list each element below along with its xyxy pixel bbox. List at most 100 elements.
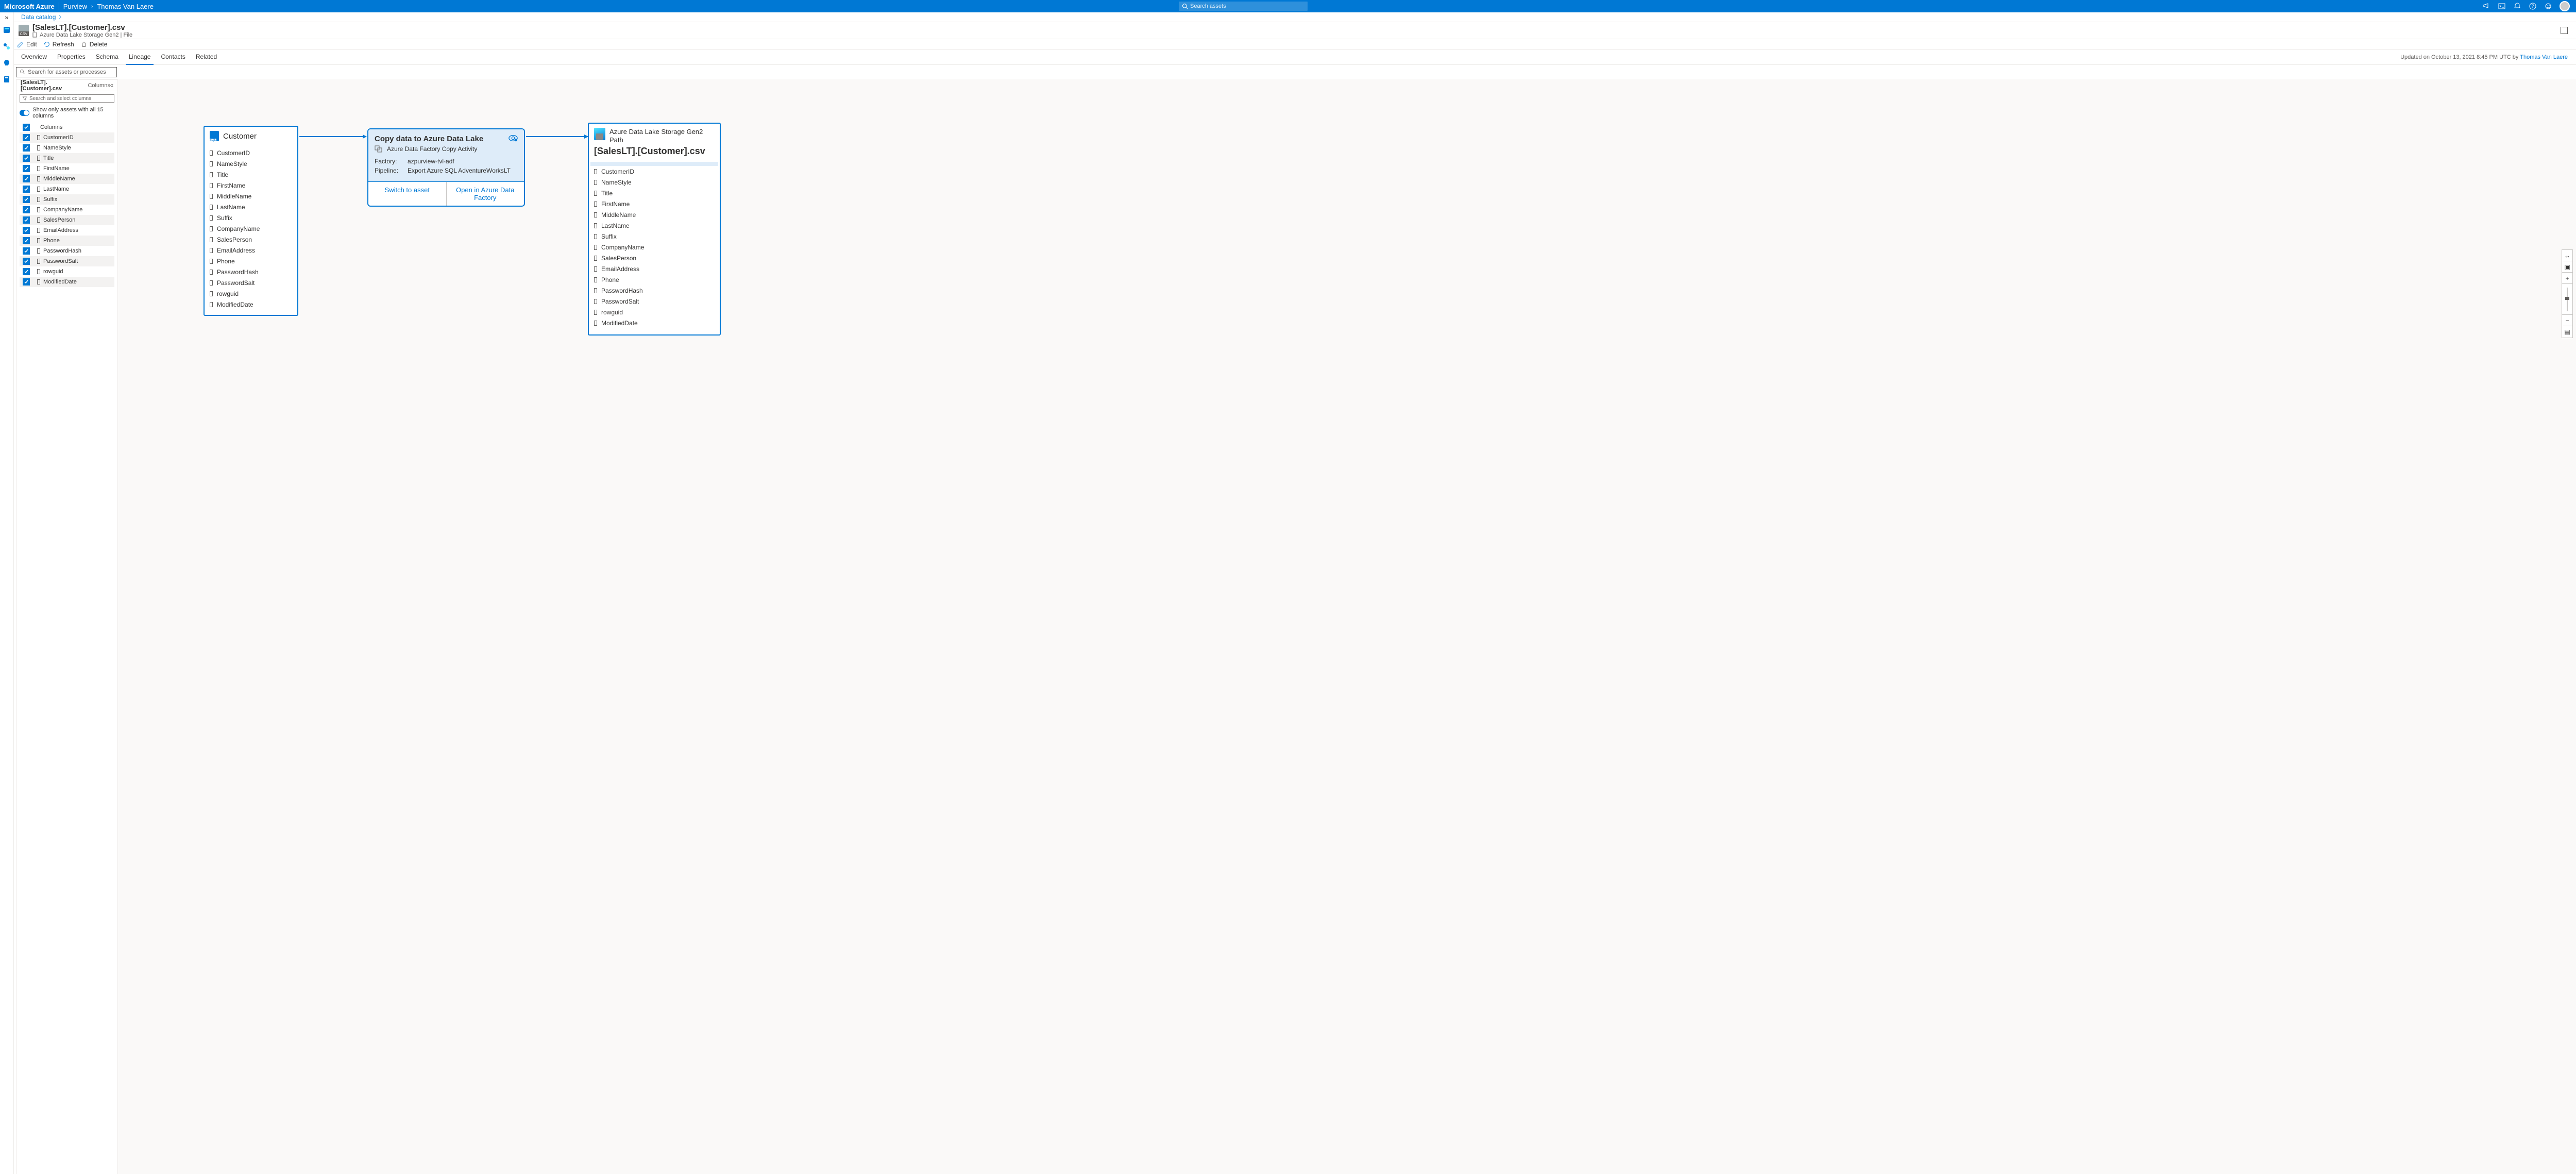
refresh-button[interactable]: Refresh [43,41,74,48]
edit-button[interactable]: Edit [17,41,37,48]
column-item[interactable]: FirstName [210,180,292,191]
tab-related[interactable]: Related [192,50,221,64]
column-item[interactable]: LastName [594,220,715,231]
zoom-slider[interactable] [2562,284,2572,315]
column-row[interactable]: NameStyle [20,143,114,153]
checkbox[interactable] [23,196,30,203]
collapse-icon[interactable]: « [110,82,113,89]
checkbox[interactable] [23,155,30,162]
lineage-source-node[interactable]: Customer CustomerIDNameStyleTitleFirstNa… [204,126,298,316]
column-item[interactable]: rowguid [594,307,715,317]
columns-group-checkbox[interactable] [23,124,30,131]
column-item[interactable]: LastName [210,202,292,212]
column-item[interactable]: SalesPerson [210,234,292,245]
column-row[interactable]: MiddleName [20,174,114,184]
column-item[interactable]: CustomerID [594,166,715,177]
lineage-activity-node[interactable]: Copy data to Azure Data Lake Azure Data … [367,128,525,207]
checkbox[interactable] [23,206,30,213]
rail-data-map-icon[interactable] [2,41,12,52]
tab-properties[interactable]: Properties [53,50,90,64]
tab-overview[interactable]: Overview [17,50,51,64]
announcement-icon[interactable] [2482,2,2490,10]
rail-insights-icon[interactable] [2,58,12,68]
fit-width-icon[interactable]: ↔ [2562,250,2572,261]
column-item[interactable]: ModifiedDate [210,299,292,310]
checkbox[interactable] [23,268,30,275]
zoom-out-button[interactable]: − [2562,315,2572,326]
column-item[interactable]: MiddleName [594,209,715,220]
column-item[interactable]: CompanyName [594,242,715,253]
column-row[interactable]: CompanyName [20,205,114,215]
column-item[interactable]: Suffix [210,212,292,223]
checkbox[interactable] [23,258,30,265]
column-item[interactable]: ModifiedDate [594,317,715,328]
tab-contacts[interactable]: Contacts [157,50,189,64]
column-item[interactable]: CustomerID [210,147,292,158]
column-row[interactable]: PasswordSalt [20,256,114,266]
column-item[interactable]: NameStyle [210,158,292,169]
column-item[interactable]: rowguid [210,288,292,299]
checkbox[interactable] [23,216,30,224]
layers-icon[interactable]: ▤ [2562,326,2572,338]
column-item[interactable]: PasswordHash [594,285,715,296]
checkbox[interactable] [23,237,30,244]
feedback-icon[interactable] [2544,2,2552,10]
column-row[interactable]: SalesPerson [20,215,114,225]
column-item[interactable]: PasswordSalt [594,296,715,307]
brand[interactable]: Microsoft Azure [4,3,55,10]
column-row[interactable]: ModifiedDate [20,277,114,287]
column-row[interactable]: LastName [20,184,114,194]
breadcrumb-link[interactable]: Data catalog [21,13,56,21]
column-row[interactable]: Title [20,153,114,163]
open-in-adf-button[interactable]: Open in Azure Data Factory [447,182,524,206]
column-item[interactable]: PasswordHash [210,266,292,277]
tab-lineage[interactable]: Lineage [125,50,155,64]
column-row[interactable]: PasswordHash [20,246,114,256]
show-only-toggle[interactable] [20,110,29,116]
column-item[interactable]: NameStyle [594,177,715,188]
rail-data-catalog-icon[interactable] [2,25,12,35]
console-icon[interactable] [2498,2,2506,10]
delete-button[interactable]: Delete [80,41,108,48]
column-item[interactable]: Suffix [594,231,715,242]
column-item[interactable]: MiddleName [210,191,292,202]
lineage-search[interactable]: Search for assets or processes [16,67,117,77]
global-search[interactable]: Search assets [1179,2,1308,11]
rail-expand-icon[interactable]: » [0,12,13,22]
column-item[interactable]: FirstName [594,198,715,209]
column-item[interactable]: Phone [210,256,292,266]
column-item[interactable]: Phone [594,274,715,285]
column-item[interactable]: CompanyName [210,223,292,234]
fit-screen-icon[interactable]: ▣ [2562,261,2572,273]
lineage-dest-node[interactable]: Azure Data Lake Storage Gen2 Path [Sales… [588,123,721,336]
checkbox[interactable] [23,165,30,172]
zoom-in-button[interactable]: + [2562,273,2572,284]
bell-icon[interactable] [2513,2,2521,10]
column-item[interactable]: EmailAddress [210,245,292,256]
column-filter-input[interactable]: Search and select columns [20,94,114,103]
column-row[interactable]: CustomerID [20,132,114,143]
help-icon[interactable]: ? [2529,2,2537,10]
checkbox[interactable] [23,278,30,286]
column-row[interactable]: EmailAddress [20,225,114,236]
column-row[interactable]: Phone [20,236,114,246]
checkbox[interactable] [23,175,30,182]
switch-to-asset-button[interactable]: Switch to asset [368,182,447,206]
column-row[interactable]: FirstName [20,163,114,174]
checkbox[interactable] [23,134,30,141]
rail-management-icon[interactable] [2,74,12,85]
tab-schema[interactable]: Schema [92,50,123,64]
column-row[interactable]: Suffix [20,194,114,205]
column-item[interactable]: PasswordSalt [210,277,292,288]
avatar[interactable] [2560,1,2570,11]
updated-by[interactable]: Thomas Van Laere [2520,54,2568,60]
header-user-breadcrumb[interactable]: Thomas Van Laere [97,3,154,10]
checkbox[interactable] [23,144,30,152]
checkbox[interactable] [23,227,30,234]
service-name[interactable]: Purview [63,3,87,10]
checkbox[interactable] [23,247,30,255]
column-row[interactable]: rowguid [20,266,114,277]
checkbox[interactable] [23,186,30,193]
column-item[interactable]: EmailAddress [594,263,715,274]
column-item[interactable]: Title [210,169,292,180]
